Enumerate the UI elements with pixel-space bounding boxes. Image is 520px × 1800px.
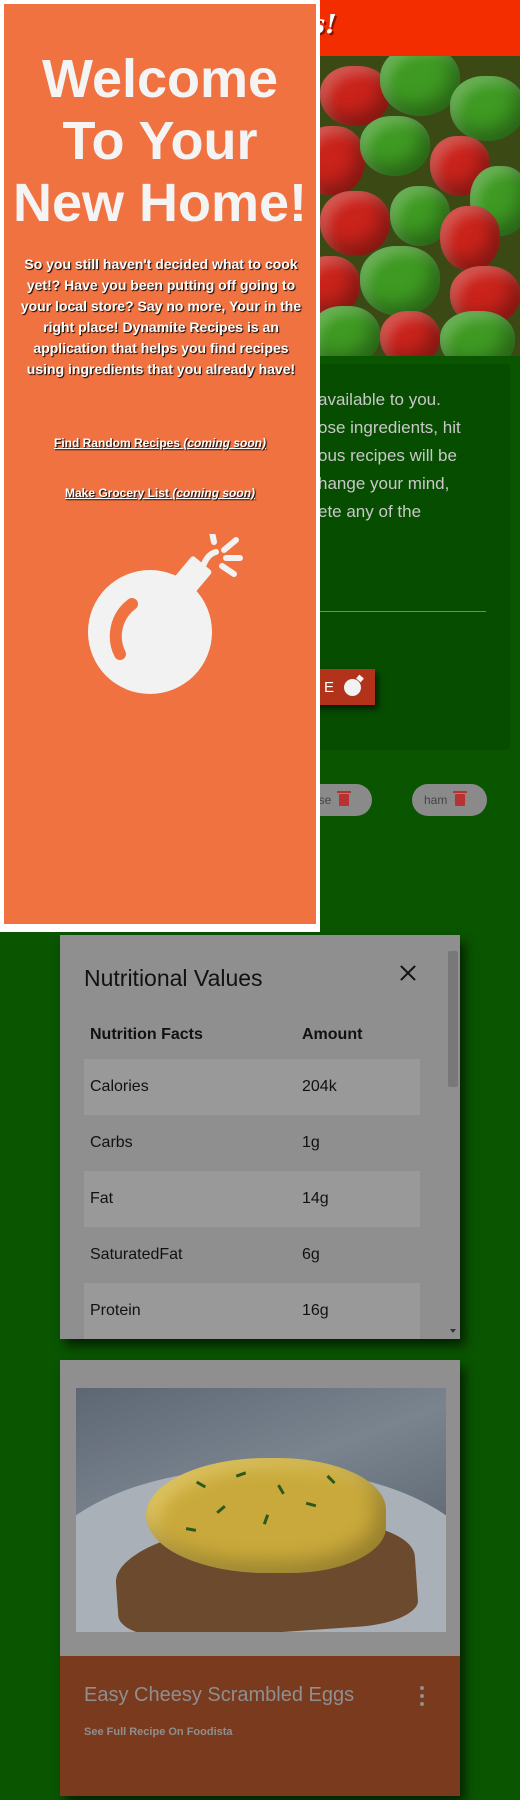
nutrient-name: SaturatedFat	[90, 1246, 183, 1263]
intro-text: available to you. ose ingredients, hit o…	[318, 390, 461, 521]
nutrient-name: Fat	[90, 1190, 114, 1207]
ingredient-label: ham	[424, 793, 448, 807]
nutrition-table: Nutrition Facts Amount Calories 204k Car…	[84, 1011, 420, 1339]
nutrient-amount: 16g	[302, 1302, 329, 1319]
recipe-card: Easy Cheesy Scrambled Eggs See Full Reci…	[60, 1360, 460, 1796]
coming-soon-label: (coming soon)	[183, 436, 267, 450]
welcome-title: Welcome To Your New Home!	[12, 49, 308, 233]
table-row: Protein 16g	[84, 1283, 420, 1339]
full-recipe-link[interactable]: See Full Recipe On Foodista	[84, 1726, 233, 1738]
scrollbar[interactable]	[448, 949, 458, 1335]
link-label: Find Random Recipes	[53, 436, 184, 450]
ingredient-chip: ham	[412, 784, 487, 816]
bomb-icon	[88, 534, 243, 694]
search-recipes-button-label: E	[323, 678, 334, 696]
link-label: Make Grocery List	[64, 486, 173, 500]
nutrition-dialog: Nutritional Values Nutrition Facts Amoun…	[60, 935, 460, 1339]
welcome-description: So you still haven't decided what to coo…	[20, 256, 302, 377]
close-icon[interactable]	[394, 959, 422, 987]
nutrient-amount: 204k	[302, 1078, 337, 1095]
nutrient-amount: 1g	[302, 1134, 320, 1151]
nutrient-name: Calories	[90, 1078, 149, 1095]
trash-icon[interactable]	[453, 791, 468, 806]
more-vert-icon[interactable]	[416, 1686, 428, 1708]
bomb-icon	[344, 678, 361, 696]
table-row: Carbs 1g	[84, 1115, 420, 1171]
nutrient-name: Protein	[90, 1302, 141, 1319]
table-header: Nutrition Facts Amount	[84, 1011, 420, 1059]
table-row: SaturatedFat 6g	[84, 1227, 420, 1283]
trash-icon[interactable]	[337, 791, 352, 806]
scrollbar-thumb[interactable]	[448, 951, 458, 1087]
dialog-title: Nutritional Values	[84, 965, 263, 991]
recipe-image	[76, 1388, 446, 1632]
nutrient-amount: 6g	[302, 1246, 320, 1263]
make-grocery-list-link[interactable]: Make Grocery List (coming soon)	[4, 486, 316, 500]
column-header: Nutrition Facts	[90, 1026, 203, 1043]
welcome-panel: Welcome To Your New Home! So you still h…	[0, 0, 320, 932]
scroll-down-arrow-icon[interactable]	[450, 1329, 456, 1333]
column-header: Amount	[302, 1026, 363, 1043]
coming-soon-label: (coming soon)	[172, 486, 256, 500]
welcome-content: Welcome To Your New Home! So you still h…	[4, 4, 316, 924]
table-row: Fat 14g	[84, 1171, 420, 1227]
recipe-footer: Easy Cheesy Scrambled Eggs See Full Reci…	[60, 1656, 460, 1796]
recipe-title: Easy Cheesy Scrambled Eggs	[84, 1684, 355, 1706]
nutrient-name: Carbs	[90, 1134, 133, 1151]
find-random-recipes-link[interactable]: Find Random Recipes (coming soon)	[4, 436, 316, 450]
table-row: Calories 204k	[84, 1059, 420, 1115]
nutrient-amount: 14g	[302, 1190, 329, 1207]
